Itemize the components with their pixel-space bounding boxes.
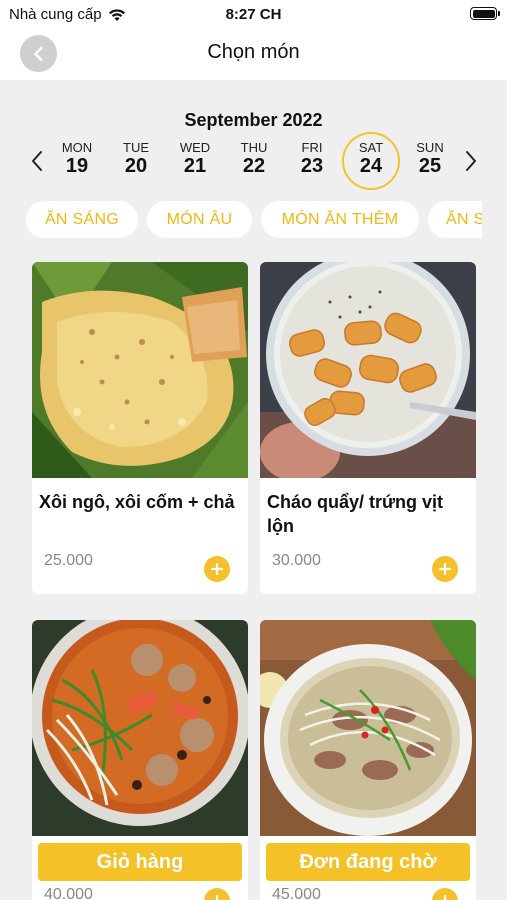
day-number: 23 [300, 155, 324, 177]
category-chip-western[interactable]: MÓN ÂU [147, 201, 252, 238]
xoi-ngo-photo [32, 262, 248, 478]
day-name: MON [61, 140, 93, 155]
food-price: 45.000 [272, 886, 321, 900]
page-title: Chọn món [207, 41, 300, 63]
day-sat-selected[interactable]: SAT 24 [342, 132, 400, 190]
add-to-cart-button[interactable] [432, 556, 458, 582]
prev-week-button[interactable] [26, 146, 48, 176]
food-price: 25.000 [44, 552, 93, 569]
day-number: 25 [418, 155, 442, 177]
food-card[interactable]: Cháo quẩy/ trứng vịt lộn 30.000 [260, 262, 476, 594]
cart-button[interactable]: Giỏ hàng [38, 843, 242, 881]
food-price: 30.000 [272, 552, 321, 569]
next-week-button[interactable] [460, 146, 482, 176]
day-name: SAT [358, 140, 384, 155]
chevron-right-icon [466, 151, 476, 171]
status-time: 8:27 CH [225, 6, 282, 23]
food-name: Xôi ngô, xôi cốm + chả [39, 492, 235, 512]
day-number: 22 [242, 155, 266, 177]
plus-icon [439, 894, 451, 900]
category-tabs: ĂN SÁNG MÓN ÂU MÓN ĂN THÊM ĂN S [26, 201, 482, 239]
day-number: 24 [359, 155, 383, 177]
plus-icon [438, 562, 452, 576]
category-chip-extras[interactable]: MÓN ĂN THÊM [261, 201, 419, 238]
plus-icon [211, 894, 223, 900]
day-fri[interactable]: FRI 23 [283, 132, 341, 190]
battery-icon [470, 7, 500, 20]
add-to-cart-button[interactable] [204, 556, 230, 582]
pending-orders-button[interactable]: Đơn đang chờ [266, 843, 470, 881]
food-name: Cháo quẩy/ trứng vịt lộn [267, 492, 444, 536]
bun-rieu-photo [32, 620, 248, 836]
day-thu[interactable]: THU 22 [225, 132, 283, 190]
day-name: WED [179, 140, 211, 155]
day-sun[interactable]: SUN 25 [401, 132, 459, 190]
day-wed[interactable]: WED 21 [166, 132, 224, 190]
day-name: FRI [301, 140, 323, 155]
day-mon[interactable]: MON 19 [48, 132, 106, 190]
chao-quay-photo [260, 262, 476, 478]
category-chip-breakfast[interactable]: ĂN SÁNG [26, 201, 138, 238]
day-number: 19 [65, 155, 89, 177]
navigation-header: Chọn món [0, 30, 507, 80]
chevron-left-icon [32, 151, 42, 171]
day-number: 21 [183, 155, 207, 177]
category-chip-partial[interactable]: ĂN S [428, 201, 482, 238]
food-card[interactable]: Xôi ngô, xôi cốm + chả 25.000 [32, 262, 248, 594]
add-to-cart-button[interactable] [432, 888, 458, 900]
pho-bo-photo [260, 620, 476, 836]
plus-icon [210, 562, 224, 576]
day-number: 20 [124, 155, 148, 177]
day-name: TUE [123, 140, 149, 155]
day-name: THU [240, 140, 268, 155]
month-title: September 2022 [184, 110, 323, 130]
add-to-cart-button[interactable] [204, 888, 230, 900]
day-tue[interactable]: TUE 20 [107, 132, 165, 190]
status-bar: Nhà cung cấp 8:27 CH [0, 0, 507, 30]
food-price: 40.000 [44, 886, 93, 900]
day-name: SUN [416, 140, 444, 155]
